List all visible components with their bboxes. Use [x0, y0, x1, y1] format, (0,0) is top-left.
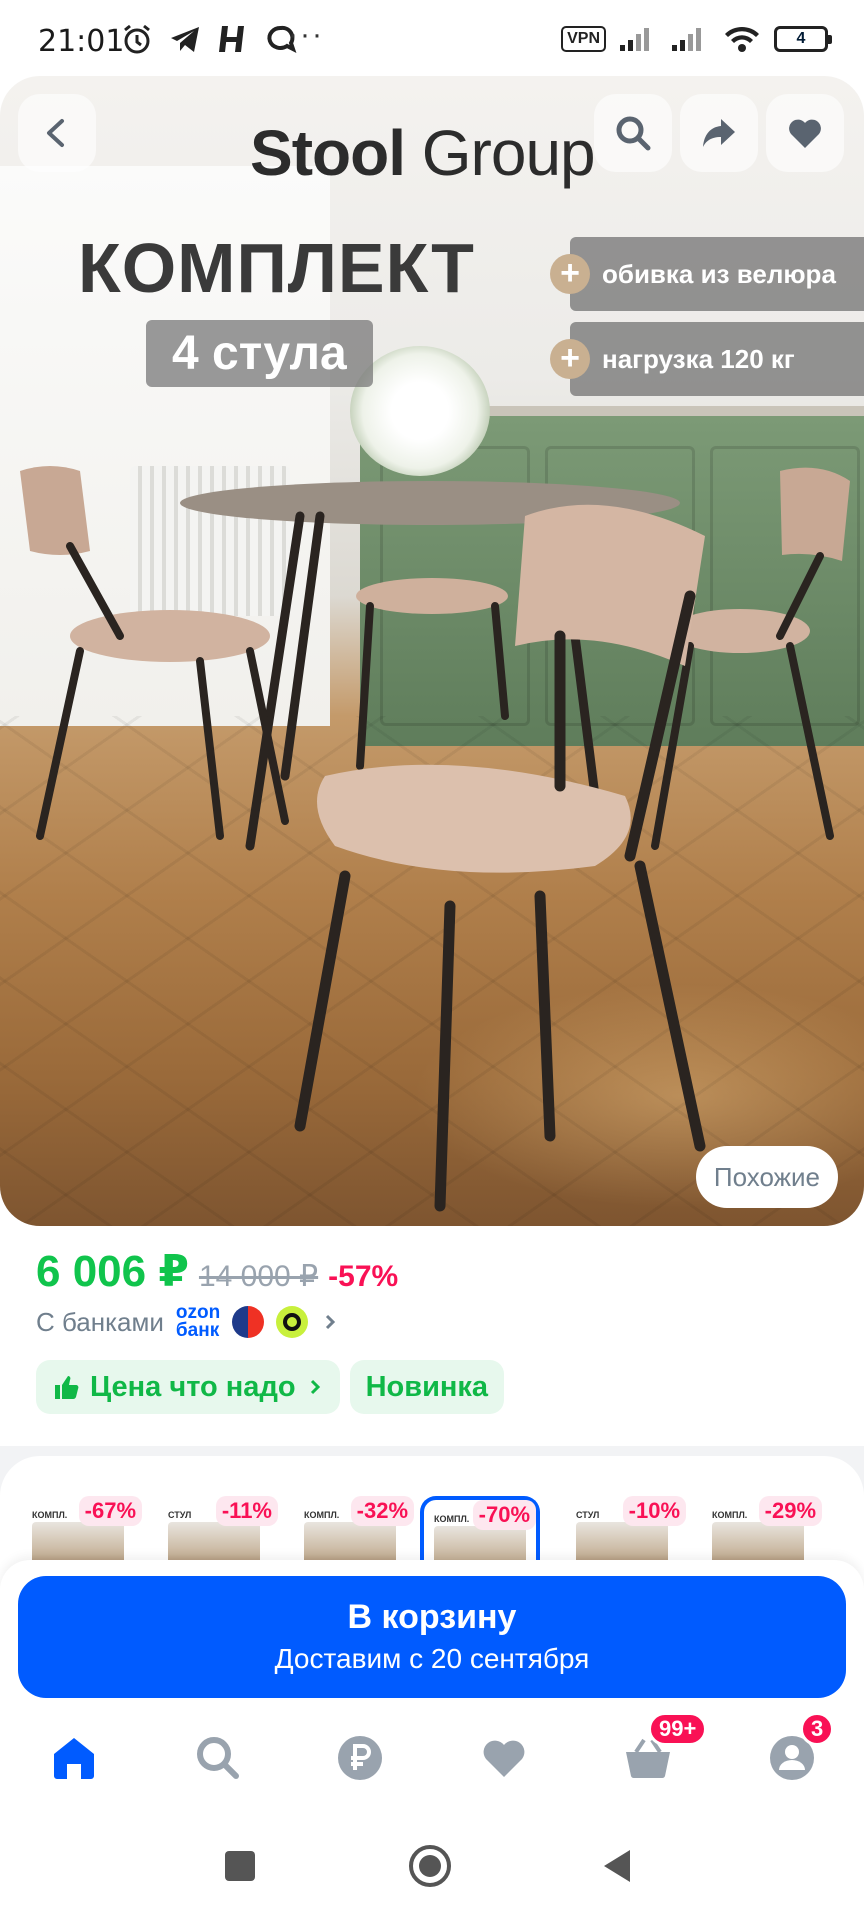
nav-cart[interactable]: 99+	[622, 1712, 708, 1784]
bank-logo-icon	[232, 1306, 265, 1338]
favorite-button[interactable]	[766, 94, 844, 172]
nav-favorites[interactable]	[478, 1732, 530, 1784]
add-to-cart-label: В корзину	[347, 1598, 517, 1636]
price-row: 6 006 ₽ 14 000 ₽ -57%	[36, 1246, 398, 1297]
nav-home[interactable]	[48, 1732, 100, 1784]
signal-icon	[620, 28, 649, 51]
similar-item-title: КОМПЛ.	[434, 1514, 470, 1524]
search-button[interactable]	[594, 94, 672, 172]
nav-profile[interactable]: 3	[766, 1712, 835, 1784]
price-section: 6 006 ₽ 14 000 ₽ -57% С банками ozon бан…	[0, 1226, 864, 1446]
alarm-icon	[124, 24, 150, 54]
ruble-icon	[338, 1736, 382, 1780]
new-badge-label: Новинка	[365, 1370, 489, 1403]
home-circle-icon[interactable]	[406, 1842, 454, 1890]
product-image-gallery[interactable]: Stool Group КОМПЛЕКТ 4 стула обивка из в…	[0, 76, 864, 1226]
cart-panel: В корзину Доставим с 20 сентября	[0, 1560, 864, 1710]
current-price: 6 006 ₽	[36, 1247, 189, 1296]
chevron-right-icon	[310, 1379, 320, 1395]
home-icon	[54, 1738, 94, 1779]
telegram-icon	[171, 27, 199, 52]
plus-icon: +	[550, 254, 590, 294]
similar-item-discount: -70%	[472, 1500, 536, 1530]
signal-icon-2	[672, 28, 701, 51]
system-navigation-bar	[0, 1810, 864, 1920]
battery-icon: 4	[774, 26, 832, 52]
similar-item-title: КОМПЛ.	[32, 1510, 68, 1520]
badges-row: Цена что надо Новинка	[36, 1360, 505, 1414]
promo-subtitle: 4 стула	[146, 320, 373, 387]
nav-finance[interactable]	[334, 1732, 386, 1784]
thumbs-up-icon	[55, 1376, 79, 1399]
ozon-bank-logo: ozon банк	[175, 1303, 220, 1341]
similar-item-title: СТУЛ	[168, 1510, 192, 1520]
similar-item-discount: -29%	[758, 1496, 822, 1526]
new-badge: Новинка	[349, 1360, 505, 1414]
search-icon	[197, 1737, 239, 1779]
status-notification-icons	[120, 22, 298, 56]
nav-search[interactable]	[192, 1732, 244, 1784]
profile-count-badge: 3	[800, 1712, 835, 1746]
search-icon	[616, 116, 651, 151]
status-time: 21:01	[38, 24, 125, 59]
brand-logo-bold: Stool	[250, 117, 406, 189]
feature-tag-load: нагрузка 120 кг	[570, 322, 864, 396]
price-badge[interactable]: Цена что надо	[36, 1360, 340, 1414]
vpn-icon: VPN	[561, 26, 606, 52]
back-triangle-icon[interactable]	[596, 1842, 644, 1890]
add-to-cart-button[interactable]: В корзину Доставим с 20 сентября	[18, 1576, 846, 1698]
app-h-icon	[219, 26, 244, 52]
promo-title: КОМПЛЕКТ	[78, 229, 475, 307]
heart-icon	[789, 119, 821, 148]
ozon-bank-logo-line2: банк	[175, 1320, 220, 1341]
bank-payment-row[interactable]: С банками ozon банк	[36, 1303, 340, 1341]
old-price: 14 000 ₽	[198, 1260, 319, 1293]
banks-label: С банками	[36, 1306, 164, 1337]
status-system-icons: VPN 4	[561, 24, 832, 54]
feature-tag-upholstery: обивка из велюра	[570, 237, 864, 311]
brand-logo-light: Group	[421, 117, 596, 189]
similar-item-discount: -11%	[215, 1496, 278, 1526]
share-button[interactable]	[680, 94, 758, 172]
delivery-date-label: Доставим с 20 сентября	[274, 1643, 590, 1674]
bank-logo-icon-2	[276, 1306, 309, 1338]
price-badge-label: Цена что надо	[90, 1370, 296, 1403]
cart-count-badge: 99+	[648, 1712, 708, 1746]
similar-item-title: КОМПЛ.	[712, 1510, 748, 1520]
similar-item-title: СТУЛ	[576, 1510, 600, 1520]
discount-percent: -57%	[328, 1260, 399, 1293]
similar-item-title: КОМПЛ.	[304, 1510, 340, 1520]
status-more-indicator: ···	[288, 18, 324, 51]
chevron-right-icon	[326, 1314, 336, 1330]
status-bar: 21:01 ··· VPN 4	[0, 0, 864, 80]
chevron-left-icon	[47, 119, 64, 147]
similar-button[interactable]: Похожие	[695, 1146, 838, 1208]
heart-icon	[483, 1740, 525, 1777]
recent-apps-icon[interactable]	[216, 1842, 264, 1890]
similar-item-discount: -67%	[78, 1496, 142, 1526]
share-icon	[703, 119, 735, 147]
brand-logo: Stool Group	[250, 116, 596, 190]
similar-item-discount: -10%	[622, 1496, 686, 1526]
back-button[interactable]	[18, 94, 96, 172]
bottom-navigation: 99+ 3	[0, 1710, 864, 1810]
similar-item-discount: -32%	[350, 1496, 414, 1526]
wifi-icon	[725, 26, 759, 52]
plus-icon: +	[550, 339, 590, 379]
